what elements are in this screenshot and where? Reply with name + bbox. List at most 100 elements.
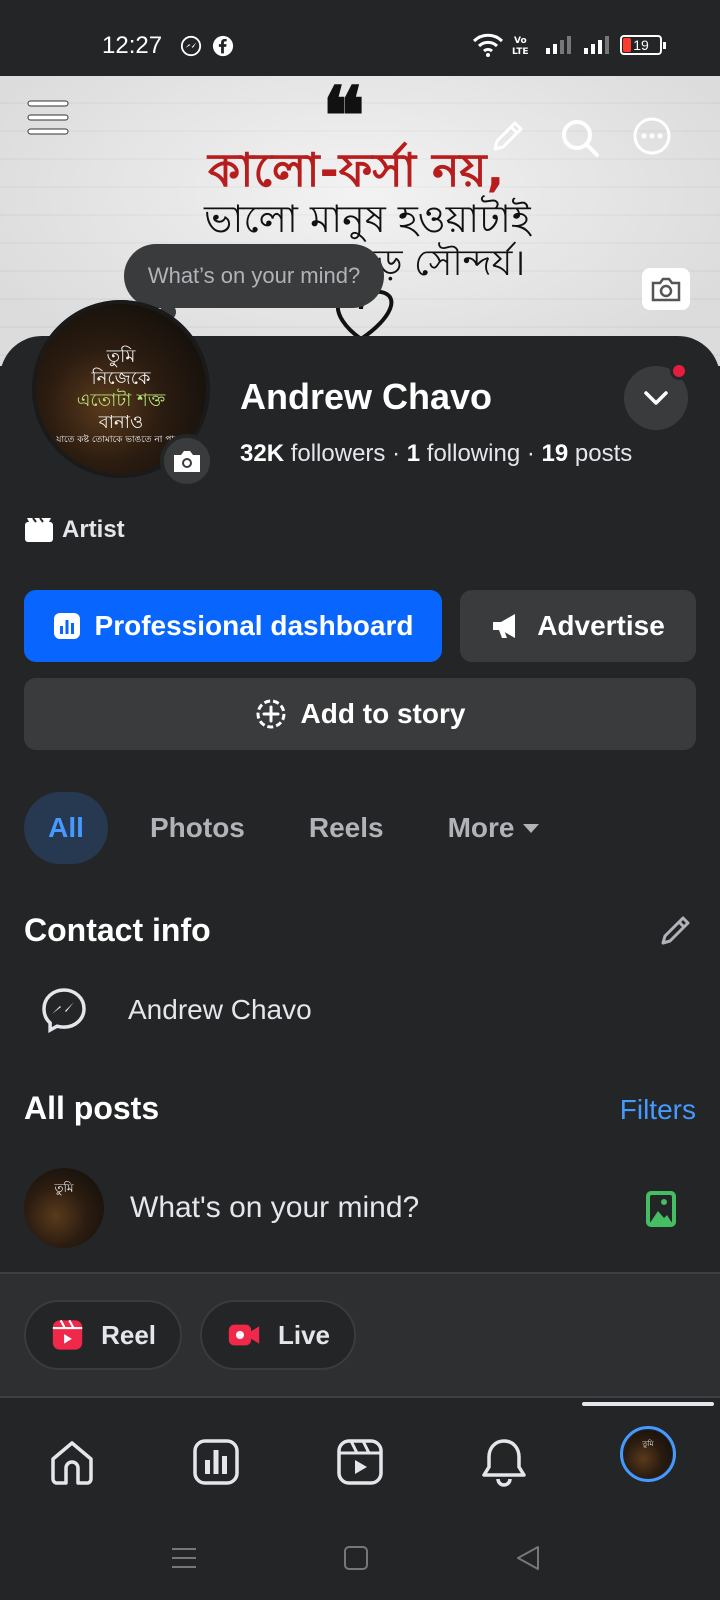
profile-picture-text: তুমি নিজেকে এতোটা শক্ত বানাও যাতে কষ্ট ত… bbox=[36, 346, 206, 446]
stat-separator: · bbox=[392, 440, 401, 467]
signal-icon-2 bbox=[584, 36, 609, 54]
messenger-icon bbox=[180, 35, 202, 57]
ellipsis-circle-icon bbox=[633, 117, 671, 155]
nav-dashboard[interactable] bbox=[186, 1432, 246, 1492]
posts-label: posts bbox=[574, 440, 633, 467]
notification-dot bbox=[670, 362, 688, 380]
system-navigation-bar bbox=[0, 1516, 720, 1600]
followers-count[interactable]: 32K bbox=[240, 440, 284, 467]
chevron-down-icon bbox=[644, 391, 668, 405]
profile-picture-camera-button[interactable] bbox=[160, 434, 214, 488]
profile-tabs: All Photos Reels More bbox=[24, 792, 583, 864]
back-system-button[interactable] bbox=[512, 1542, 544, 1574]
camera-icon bbox=[174, 451, 200, 472]
svg-text:LTE: LTE bbox=[512, 47, 529, 57]
followers-label[interactable]: followers bbox=[291, 440, 386, 467]
composer-avatar: তুমি bbox=[24, 1168, 104, 1248]
avatar-text-line: নিজেকে bbox=[91, 368, 151, 389]
edit-cover-button[interactable] bbox=[486, 114, 530, 158]
reel-icon bbox=[52, 1319, 83, 1350]
create-reel-button[interactable]: Reel bbox=[24, 1300, 182, 1370]
hamburger-icon bbox=[27, 100, 69, 135]
status-tooltip[interactable]: What’s on your mind? bbox=[124, 244, 384, 308]
status-system-icons: Vo LTE 19 bbox=[472, 33, 666, 57]
photo-icon bbox=[646, 1191, 676, 1227]
tab-all[interactable]: All bbox=[24, 792, 108, 864]
add-to-story-button[interactable]: Add to story bbox=[24, 678, 696, 750]
category-label: Artist bbox=[62, 516, 125, 543]
edit-contact-info-button[interactable] bbox=[656, 910, 696, 950]
megaphone-icon bbox=[493, 614, 516, 638]
advertise-button[interactable]: Advertise bbox=[460, 590, 696, 662]
following-label[interactable]: following bbox=[427, 440, 520, 467]
menu-button[interactable] bbox=[26, 96, 70, 140]
profile-name: Andrew Chavo bbox=[240, 376, 493, 417]
nav-avatar-text: তুমি bbox=[642, 1440, 654, 1448]
home-icon bbox=[51, 1441, 93, 1485]
caret-down-icon bbox=[522, 824, 539, 833]
status-time: 12:27 bbox=[102, 32, 163, 59]
recent-apps-button[interactable] bbox=[168, 1542, 200, 1574]
professional-dashboard-label: Professional dashboard bbox=[94, 610, 414, 641]
tab-photos[interactable]: Photos bbox=[128, 792, 267, 864]
nav-notifications[interactable] bbox=[474, 1432, 534, 1492]
search-button[interactable] bbox=[556, 114, 604, 162]
menu-lines-icon bbox=[172, 1548, 196, 1568]
composer-placeholder[interactable]: What's on your mind? bbox=[130, 1191, 419, 1225]
signal-icon-1 bbox=[546, 36, 571, 54]
clapperboard-icon bbox=[25, 517, 53, 542]
messenger-icon bbox=[42, 988, 86, 1033]
contact-info-title: Contact info bbox=[24, 912, 211, 948]
profile-category: Artist bbox=[24, 516, 125, 544]
nav-profile[interactable]: তুমি bbox=[620, 1426, 676, 1482]
bell-icon bbox=[482, 1439, 526, 1487]
wifi-icon bbox=[472, 33, 504, 57]
tab-reels[interactable]: Reels bbox=[287, 792, 406, 864]
video-icon bbox=[337, 1439, 383, 1485]
professional-dashboard-button[interactable]: Professional dashboard bbox=[24, 590, 442, 662]
tab-more-label: More bbox=[447, 812, 515, 843]
status-bar: 12:27 Vo LTE 19 bbox=[0, 0, 720, 76]
search-icon bbox=[562, 120, 599, 157]
cover-camera-button[interactable] bbox=[642, 268, 690, 310]
nav-home[interactable] bbox=[42, 1432, 102, 1492]
bottom-navigation: তুমি bbox=[0, 1406, 720, 1516]
add-to-story-label: Add to story bbox=[300, 698, 466, 729]
avatar-text-line: এতোটা শক্ত bbox=[76, 390, 166, 411]
pencil-icon bbox=[661, 916, 690, 945]
back-triangle-icon bbox=[517, 1546, 539, 1570]
pencil-icon bbox=[493, 121, 523, 151]
nav-video[interactable] bbox=[330, 1432, 390, 1492]
advertise-label: Advertise bbox=[537, 610, 665, 641]
add-circle-icon bbox=[256, 699, 286, 729]
all-posts-title: All posts bbox=[24, 1090, 160, 1126]
volte-icon: VoLTE bbox=[512, 36, 529, 57]
add-photo-button[interactable] bbox=[644, 1190, 678, 1228]
contact-messenger-row[interactable]: Andrew Chavo bbox=[40, 986, 312, 1034]
nav-profile-avatar: তুমি bbox=[624, 1430, 672, 1478]
more-options-button[interactable] bbox=[628, 112, 676, 160]
status-notification-icons bbox=[180, 35, 234, 57]
filters-link[interactable]: Filters bbox=[620, 1094, 696, 1126]
live-video-icon bbox=[228, 1324, 260, 1346]
post-composer[interactable]: তুমি What's on your mind? bbox=[24, 1168, 419, 1248]
facebook-icon bbox=[212, 35, 234, 57]
avatar-text-line: বানাও bbox=[98, 412, 144, 433]
messenger-contact-name: Andrew Chavo bbox=[128, 994, 312, 1025]
avatar-text-line: তুমি bbox=[106, 346, 136, 367]
live-label: Live bbox=[277, 1319, 330, 1350]
dashboard-icon bbox=[193, 1439, 239, 1485]
reel-label: Reel bbox=[101, 1319, 156, 1350]
composer-avatar-text: তুমি bbox=[54, 1181, 74, 1195]
camera-icon bbox=[651, 277, 681, 302]
posts-count: 19 bbox=[541, 440, 569, 467]
profile-stats: 32K followers · 1 following · 19 posts bbox=[240, 440, 632, 468]
stat-separator: · bbox=[526, 440, 535, 467]
tab-more[interactable]: More bbox=[426, 792, 563, 864]
go-live-button[interactable]: Live bbox=[200, 1300, 356, 1370]
divider bbox=[0, 1396, 720, 1398]
following-count[interactable]: 1 bbox=[407, 440, 420, 467]
home-system-button[interactable] bbox=[340, 1542, 372, 1574]
svg-text:Vo: Vo bbox=[514, 36, 527, 46]
battery-indicator: 19 bbox=[620, 35, 666, 55]
